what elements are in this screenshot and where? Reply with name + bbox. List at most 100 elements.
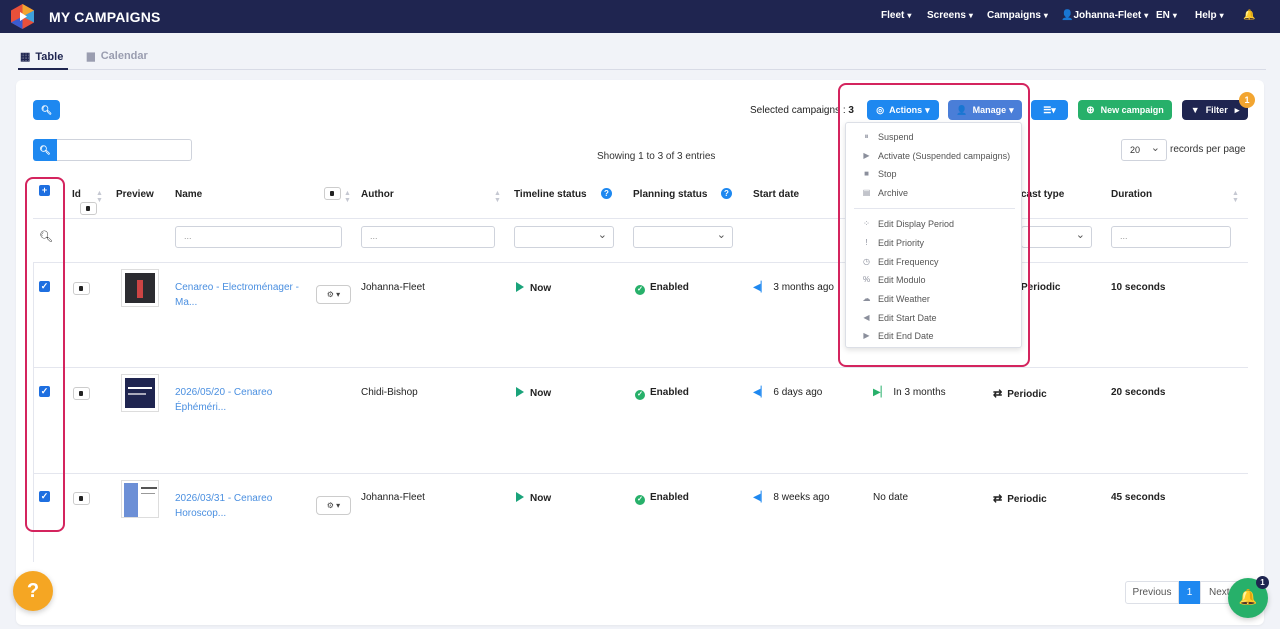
nav-language-label: EN	[1156, 10, 1170, 21]
play-icon	[516, 387, 524, 397]
info-icon[interactable]: ?	[601, 188, 612, 199]
campaign-preview-thumbnail[interactable]	[121, 374, 159, 412]
nav-fleet[interactable]: Fleet ▾	[881, 10, 911, 21]
row-settings-button[interactable]: ⚙ ▾	[316, 496, 351, 515]
tab-table[interactable]: ▦ Table	[20, 50, 63, 63]
new-campaign-button[interactable]: ⊕ New campaign	[1078, 100, 1172, 120]
nav-campaigns[interactable]: Campaigns ▾	[987, 10, 1048, 21]
grid-icon: ▦	[20, 51, 31, 63]
sort-icon[interactable]: ▲ ▼	[1232, 190, 1239, 204]
bell-icon[interactable]: 🔔	[1243, 10, 1255, 21]
bell-icon: 🔔	[1238, 589, 1258, 606]
search-submit-button[interactable]: 🔍︎	[33, 139, 57, 161]
campaign-preview-thumbnail[interactable]	[121, 269, 159, 307]
column-header-id[interactable]: Id	[72, 189, 81, 200]
planning-filter-select[interactable]	[633, 226, 733, 248]
nav-screens[interactable]: Screens ▾	[927, 10, 973, 21]
id-copy-icon[interactable]	[80, 202, 97, 215]
chevron-down-icon: ▾	[907, 11, 912, 20]
column-header-preview: Preview	[116, 189, 154, 200]
help-fab-button[interactable]: ?	[13, 571, 53, 611]
end-date-cell: No date	[873, 492, 909, 503]
divider	[33, 218, 1248, 219]
campaign-preview-thumbnail[interactable]	[121, 480, 159, 518]
copy-id-icon[interactable]	[73, 282, 90, 295]
app-logo-icon[interactable]	[9, 3, 36, 30]
name-copy-icon[interactable]	[324, 187, 341, 200]
filter-label: Filter	[1205, 105, 1228, 115]
nav-help-label: Help	[1195, 10, 1217, 21]
author-cell: Johanna-Fleet	[361, 282, 425, 293]
forward-icon: ▶▏	[873, 387, 889, 398]
search-icon: 🔍︎	[40, 104, 53, 115]
planning-status-text: Enabled	[650, 492, 689, 503]
column-header-planning-status[interactable]: Planning status	[633, 189, 707, 200]
name-filter-input[interactable]: ...	[175, 226, 342, 248]
pagination-previous[interactable]: Previous	[1125, 581, 1179, 604]
timeline-status-cell: Now	[516, 492, 551, 504]
copy-id-icon[interactable]	[73, 387, 90, 400]
column-settings-button[interactable]: ☰▾	[1031, 100, 1068, 120]
manage-menu-highlight	[838, 83, 1030, 367]
duration-cell: 20 seconds	[1111, 387, 1166, 398]
search-input[interactable]	[57, 139, 192, 161]
filter-count-badge: 1	[1239, 92, 1255, 108]
nav-language[interactable]: EN ▾	[1156, 10, 1177, 21]
tab-calendar[interactable]: ▆ Calendar	[87, 50, 148, 62]
chevron-down-icon: ▾	[1219, 11, 1224, 20]
view-tabs: ▦ Table ▆ Calendar	[18, 46, 1266, 70]
chevron-down-icon: ▾	[1043, 11, 1048, 20]
planning-status-cell: ✓ Enabled	[635, 492, 689, 505]
timeline-filter-select[interactable]	[514, 226, 614, 248]
new-campaign-label: New campaign	[1100, 105, 1164, 115]
sort-icon[interactable]: ▲ ▼	[344, 190, 351, 204]
type-filter-select[interactable]	[1021, 226, 1092, 248]
divider	[33, 473, 1248, 474]
column-header-start-date[interactable]: Start date	[753, 189, 799, 200]
campaign-name-link[interactable]: 2026/05/20 - Cenareo Éphéméri...	[175, 385, 272, 415]
divider	[33, 367, 1248, 368]
start-date-text: 3 months ago	[773, 282, 834, 293]
toggle-search-button[interactable]: 🔍︎	[33, 100, 60, 120]
selected-label-text: Selected campaigns :	[750, 105, 846, 116]
campaign-name-line2: Éphéméri...	[175, 402, 227, 413]
nav-fleet-label: Fleet	[881, 10, 905, 21]
campaign-name-line2: Horoscop...	[175, 508, 227, 519]
timeline-status-text: Now	[530, 388, 552, 399]
planning-status-text: Enabled	[650, 282, 689, 293]
start-date-text: 8 weeks ago	[773, 492, 830, 503]
campaign-name-line1: 2026/05/20 - Cenareo	[175, 387, 273, 398]
column-header-name[interactable]: Name	[175, 189, 202, 200]
start-date-cell: ◀▏ 6 days ago	[753, 387, 822, 398]
chevron-down-icon: ▾	[968, 11, 973, 20]
funnel-icon: ▼	[1190, 105, 1200, 115]
campaign-name-link[interactable]: 2026/03/31 - Cenareo Horoscop...	[175, 491, 272, 521]
nav-campaigns-label: Campaigns	[987, 10, 1041, 21]
page-size-select[interactable]: 20	[1121, 139, 1167, 161]
column-header-timeline-status[interactable]: Timeline status	[514, 189, 587, 200]
info-icon[interactable]: ?	[721, 188, 732, 199]
author-filter-input[interactable]: ...	[361, 226, 495, 248]
play-icon	[516, 282, 524, 292]
copy-id-icon[interactable]	[73, 492, 90, 505]
timeline-status-cell: Now	[516, 282, 551, 294]
sort-icon[interactable]: ▲ ▼	[494, 190, 501, 204]
campaign-name-link[interactable]: Cenareo - Electroménager - Ma...	[175, 280, 299, 310]
nav-help[interactable]: Help ▾	[1195, 10, 1224, 21]
nav-user[interactable]: 👤Johanna-Fleet ▾	[1061, 10, 1148, 21]
pagination-page-1[interactable]: 1	[1179, 581, 1200, 604]
divider	[33, 262, 1248, 263]
column-header-author[interactable]: Author	[361, 189, 394, 200]
tab-table-label: Table	[35, 51, 64, 63]
planning-status-cell: ✓ Enabled	[635, 282, 689, 295]
duration-filter-input[interactable]: ...	[1111, 226, 1231, 248]
row-settings-button[interactable]: ⚙ ▾	[316, 285, 351, 304]
user-icon: 👤	[1061, 10, 1074, 21]
column-header-duration[interactable]: Duration	[1111, 189, 1152, 200]
repeat-icon: ⇄	[993, 388, 1003, 400]
campaign-name-line1: 2026/03/31 - Cenareo	[175, 493, 273, 504]
filter-button[interactable]: ▼ Filter ▸	[1182, 100, 1248, 120]
sort-icon[interactable]: ▲ ▼	[96, 190, 103, 204]
author-cell: Chidi-Bishop	[361, 387, 418, 398]
start-date-cell: ◀▏ 3 months ago	[753, 282, 834, 293]
